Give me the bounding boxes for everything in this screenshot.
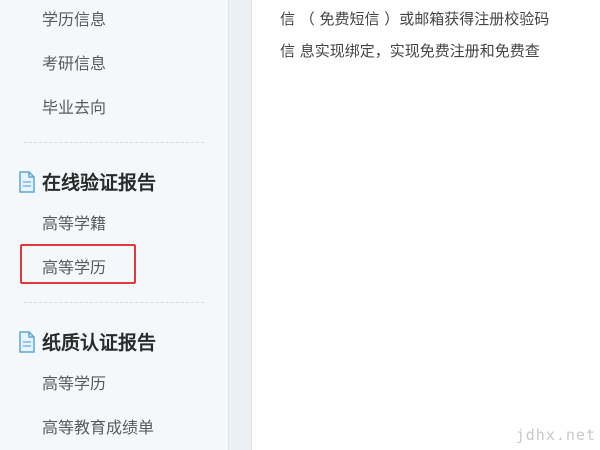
sidebar-divider xyxy=(24,142,204,143)
body-text-line: 信 息实现绑定，实现免费注册和免费查 xyxy=(280,42,540,60)
nav-link-paper-transcript[interactable]: 高等教育成绩单 xyxy=(42,414,154,438)
nav-link-paper-degree[interactable]: 高等学历 xyxy=(42,370,106,394)
nav-link-graduate-destination[interactable]: 毕业去向 xyxy=(42,94,106,118)
section-title: 在线验证报告 xyxy=(42,172,157,194)
section-paper-report: 纸质认证报告 xyxy=(18,328,156,355)
document-icon xyxy=(19,170,35,193)
nav-link-online-enrollment[interactable]: 高等学籍 xyxy=(42,210,106,234)
nav-link-postgrad-info[interactable]: 考研信息 xyxy=(42,50,106,74)
sidebar-divider xyxy=(24,302,204,303)
section-title: 纸质认证报告 xyxy=(42,332,157,354)
document-icon xyxy=(19,330,35,353)
section-online-report: 在线验证报告 xyxy=(18,168,156,195)
nav-link-education-info[interactable]: 学历信息 xyxy=(42,6,106,30)
left-sidebar: 学历信息 考研信息 毕业去向 在线验证报告 高等学籍 高等学历 纸质认证报告 高… xyxy=(0,0,229,450)
main-content xyxy=(252,0,600,450)
highlight-box xyxy=(20,244,136,284)
sidebar-gutter xyxy=(229,0,252,450)
body-text-line: 信 （ 免费短信 ）或邮箱获得注册校验码 xyxy=(280,10,550,28)
watermark: jdhx.net xyxy=(515,426,596,444)
